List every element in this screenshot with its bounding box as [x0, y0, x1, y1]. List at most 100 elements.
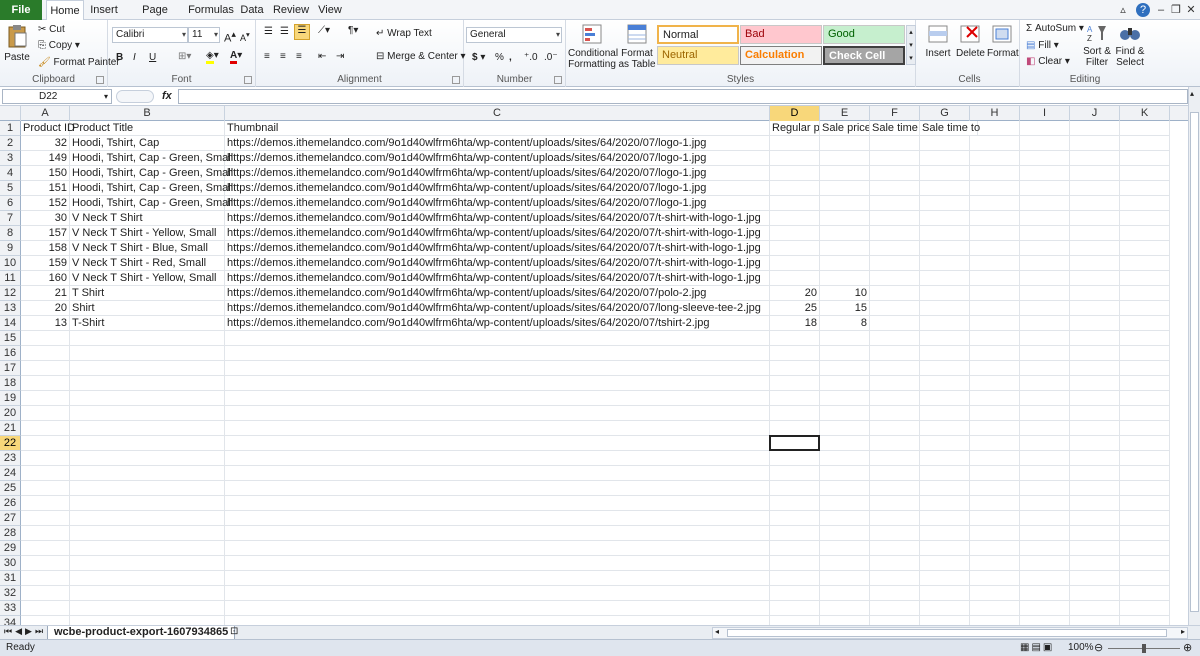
cell[interactable]	[1020, 361, 1070, 376]
row-header[interactable]: 27	[0, 511, 21, 526]
cell[interactable]	[225, 361, 770, 376]
cell[interactable]: Hoodi, Tshirt, Cap	[70, 136, 225, 151]
cell[interactable]	[970, 316, 1020, 331]
cell[interactable]	[970, 601, 1020, 616]
cell[interactable]	[870, 481, 920, 496]
cell[interactable]	[920, 196, 970, 211]
tab-view[interactable]: View	[316, 0, 344, 20]
cell[interactable]: Regular pr	[770, 121, 820, 136]
sheet-nav-arrows-icon[interactable]: ⏮◀▶⏭	[4, 626, 46, 637]
cell[interactable]: 151	[21, 181, 70, 196]
style-calculation[interactable]: Calculation	[740, 46, 822, 65]
column-header[interactable]: G	[920, 106, 970, 121]
cell[interactable]	[970, 181, 1020, 196]
cell[interactable]	[920, 181, 970, 196]
cell[interactable]	[1120, 346, 1170, 361]
cell[interactable]	[920, 286, 970, 301]
cell[interactable]	[1120, 496, 1170, 511]
cell[interactable]	[970, 226, 1020, 241]
cell[interactable]	[870, 256, 920, 271]
cell[interactable]	[920, 556, 970, 571]
cell[interactable]	[970, 451, 1020, 466]
cell[interactable]: https://demos.ithemelandco.com/9o1d40wlf…	[225, 211, 770, 226]
cell[interactable]	[970, 586, 1020, 601]
cell[interactable]	[21, 526, 70, 541]
cell[interactable]	[770, 481, 820, 496]
cell[interactable]	[770, 226, 820, 241]
cell[interactable]: T Shirt	[70, 286, 225, 301]
cell[interactable]: 157	[21, 226, 70, 241]
cell[interactable]	[870, 301, 920, 316]
cell[interactable]	[820, 151, 870, 166]
cell[interactable]: 15	[820, 301, 870, 316]
row-header[interactable]: 13	[0, 301, 21, 316]
cell[interactable]: Hoodi, Tshirt, Cap - Green, Small	[70, 181, 233, 196]
cell[interactable]	[770, 511, 820, 526]
cell[interactable]	[225, 571, 770, 586]
cell[interactable]	[70, 376, 225, 391]
cell[interactable]: https://demos.ithemelandco.com/9o1d40wlf…	[225, 256, 770, 271]
cell[interactable]	[225, 421, 770, 436]
cell[interactable]: Hoodi, Tshirt, Cap - Green, Small	[70, 151, 233, 166]
active-cell-selection[interactable]	[769, 435, 820, 451]
horizontal-scroll-thumb[interactable]	[727, 629, 1167, 637]
cell[interactable]	[920, 271, 970, 286]
cell[interactable]	[21, 496, 70, 511]
cell[interactable]: https://demos.ithemelandco.com/9o1d40wlf…	[225, 151, 770, 166]
tab-home[interactable]: Home	[46, 0, 84, 21]
cell[interactable]	[970, 331, 1020, 346]
cell[interactable]	[1120, 556, 1170, 571]
column-header[interactable]: A	[21, 106, 70, 121]
cell[interactable]	[1020, 406, 1070, 421]
cell[interactable]	[21, 436, 70, 451]
cell[interactable]	[920, 151, 970, 166]
cell[interactable]	[970, 241, 1020, 256]
cell[interactable]	[1120, 166, 1170, 181]
cell[interactable]	[1120, 511, 1170, 526]
row-header[interactable]: 26	[0, 496, 21, 511]
cell[interactable]	[820, 271, 870, 286]
cell[interactable]	[770, 556, 820, 571]
cell[interactable]	[225, 481, 770, 496]
cell[interactable]	[870, 571, 920, 586]
bold-button[interactable]: B	[116, 52, 123, 63]
cell[interactable]	[820, 586, 870, 601]
currency-button[interactable]: $ ▾	[472, 52, 485, 63]
font-name-select[interactable]: Calibri ▾	[112, 27, 188, 43]
cell[interactable]	[1120, 391, 1170, 406]
cell[interactable]	[21, 571, 70, 586]
cell[interactable]	[920, 361, 970, 376]
row-header[interactable]: 1	[0, 121, 21, 136]
cell[interactable]	[820, 406, 870, 421]
cell[interactable]	[1070, 271, 1120, 286]
align-bottom-icon[interactable]: ☰	[294, 24, 310, 40]
cell[interactable]	[820, 541, 870, 556]
cell[interactable]	[920, 136, 970, 151]
cell[interactable]	[21, 406, 70, 421]
cell[interactable]	[70, 601, 225, 616]
cell[interactable]	[225, 376, 770, 391]
cell[interactable]	[770, 601, 820, 616]
row-header[interactable]: 32	[0, 586, 21, 601]
cell[interactable]: Sale time f	[870, 121, 920, 136]
cell[interactable]	[820, 181, 870, 196]
row-header[interactable]: 19	[0, 391, 21, 406]
cell[interactable]	[1020, 151, 1070, 166]
cell[interactable]	[1020, 226, 1070, 241]
cell[interactable]	[870, 421, 920, 436]
cell[interactable]	[70, 511, 225, 526]
cell[interactable]	[70, 481, 225, 496]
cell[interactable]	[1020, 301, 1070, 316]
cell[interactable]	[1120, 571, 1170, 586]
row-header[interactable]: 15	[0, 331, 21, 346]
column-header[interactable]: K	[1120, 106, 1170, 121]
cell[interactable]: 8	[820, 316, 870, 331]
cell[interactable]: 150	[21, 166, 70, 181]
cell[interactable]	[820, 451, 870, 466]
cell[interactable]	[970, 406, 1020, 421]
row-header[interactable]: 2	[0, 136, 21, 151]
cell[interactable]: V Neck T Shirt - Red, Small	[70, 256, 225, 271]
scroll-left-icon[interactable]: ◂	[715, 627, 719, 636]
cell[interactable]	[970, 256, 1020, 271]
cell[interactable]: https://demos.ithemelandco.com/9o1d40wlf…	[225, 136, 770, 151]
